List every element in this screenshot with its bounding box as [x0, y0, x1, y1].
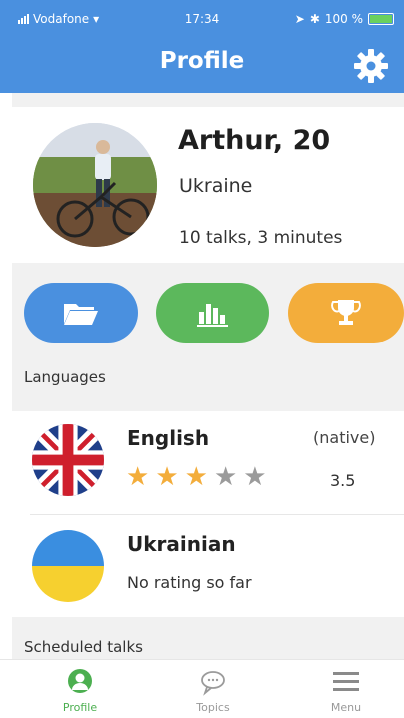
- avatar[interactable]: [33, 123, 157, 247]
- tab-label: Menu: [330, 701, 362, 714]
- row-divider: [30, 514, 404, 515]
- hamburger-icon: [333, 672, 359, 691]
- language-native-tag: (native): [313, 428, 376, 447]
- language-name-english: English: [127, 426, 210, 450]
- header-shadow: [12, 93, 404, 107]
- rating-value: 3.5: [330, 471, 356, 490]
- tab-menu[interactable]: Menu: [296, 660, 396, 718]
- profile-stats: 10 talks, 3 minutes: [179, 228, 343, 248]
- gear-icon[interactable]: [352, 47, 390, 85]
- bar-chart-icon: [196, 304, 228, 327]
- location-icon: ➤: [294, 12, 305, 26]
- uk-flag-icon: [32, 424, 104, 496]
- folder-button[interactable]: [24, 283, 138, 343]
- tab-topics[interactable]: Topics: [163, 660, 263, 718]
- battery-percent: 100 %: [324, 12, 363, 26]
- trophy-icon: [331, 300, 361, 325]
- person-icon: [68, 669, 92, 693]
- ukraine-flag-icon: [32, 530, 104, 602]
- profile-name: Arthur, 20: [178, 125, 331, 156]
- profile-country: Ukraine: [179, 175, 253, 197]
- battery-icon: [368, 13, 394, 25]
- tab-label: Topics: [196, 701, 230, 714]
- status-bar: Vodafone ▾ 17:34 ➤ ✱ 100 %: [0, 12, 404, 32]
- star-filled-icon: ★: [155, 462, 179, 492]
- folder-icon: [64, 304, 98, 325]
- rating-stars: ★ ★ ★ ★ ★: [126, 464, 267, 490]
- scheduled-heading: Scheduled talks: [24, 638, 143, 656]
- tab-label: Profile: [62, 701, 98, 714]
- statistics-button[interactable]: [156, 283, 269, 343]
- star-filled-icon: ★: [184, 462, 208, 492]
- chat-bubbles-icon: [201, 671, 225, 696]
- avatar-photo: [33, 123, 157, 247]
- no-rating-text: No rating so far: [127, 573, 252, 592]
- star-empty-icon: ★: [213, 462, 238, 492]
- tab-profile[interactable]: Profile: [30, 660, 130, 718]
- star-empty-icon: ★: [243, 462, 267, 492]
- language-name-ukrainian: Ukrainian: [127, 532, 236, 556]
- page-title: Profile: [159, 48, 245, 74]
- bluetooth-icon: ✱: [309, 12, 320, 26]
- app-header: Vodafone ▾ 17:34 ➤ ✱ 100 % Profile: [0, 0, 404, 93]
- languages-heading: Languages: [24, 368, 106, 386]
- status-right: ➤ ✱ 100 %: [295, 12, 394, 26]
- tab-bar: Profile Topics Menu: [0, 659, 404, 718]
- star-filled-icon: ★: [126, 462, 150, 492]
- achievements-button[interactable]: [288, 283, 404, 343]
